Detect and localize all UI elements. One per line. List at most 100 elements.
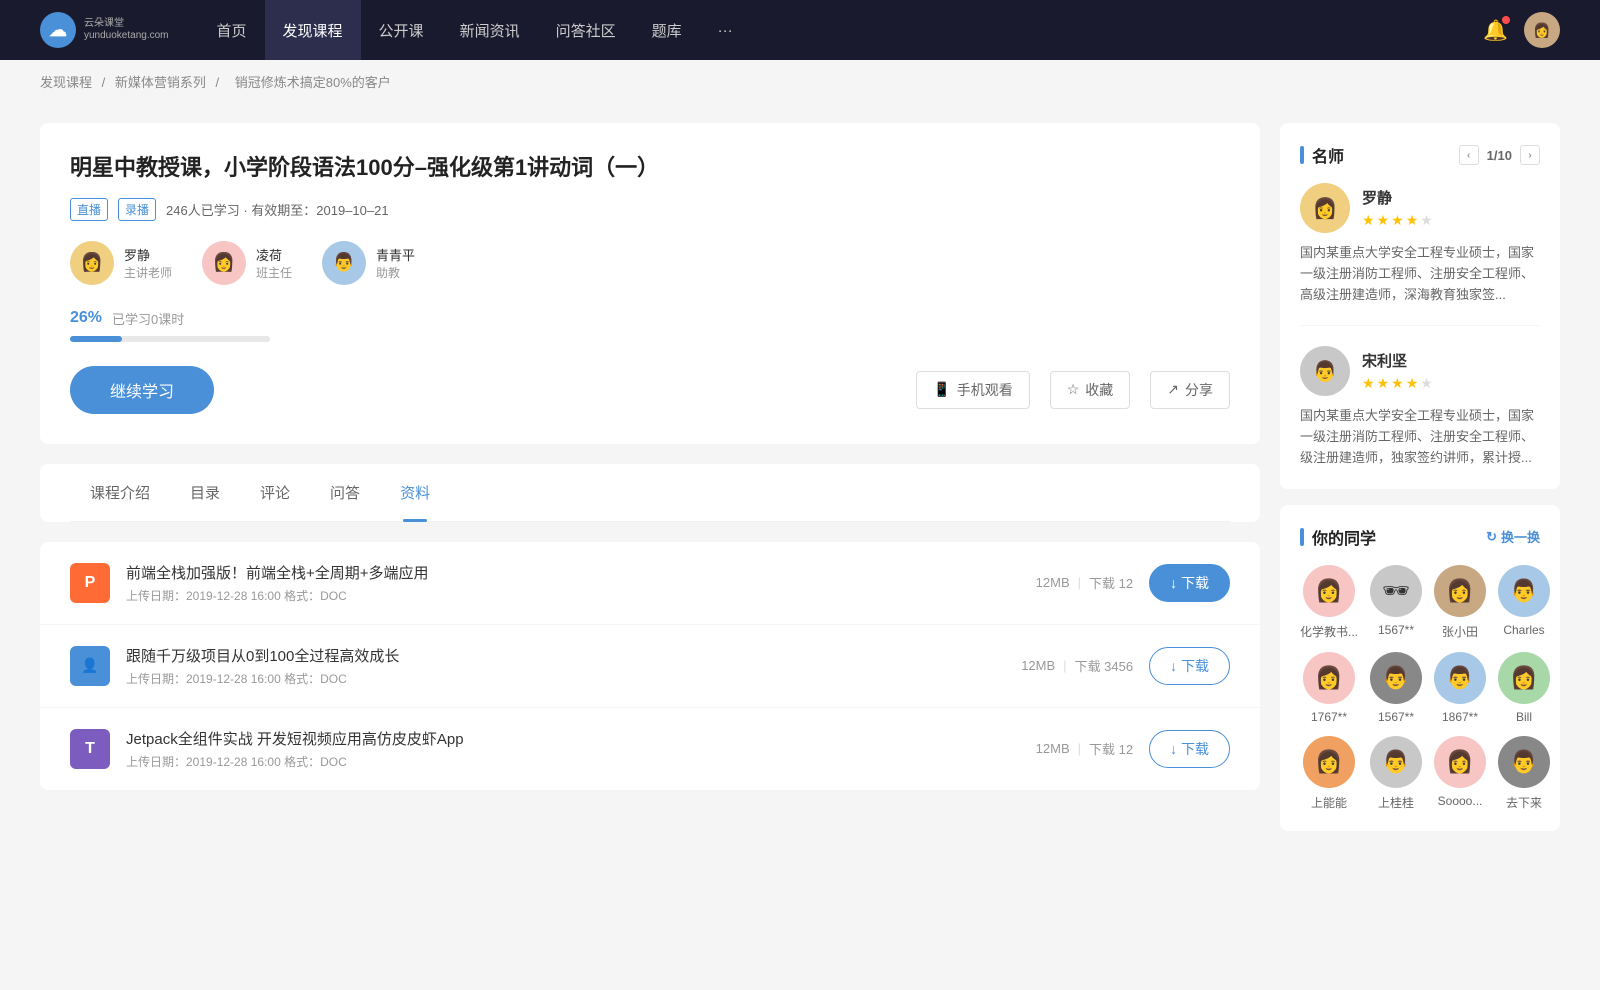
tab-review[interactable]: 评论 — [240, 464, 310, 521]
teacher-item-1: 👩 凌荷 班主任 — [202, 241, 292, 285]
title-bar-icon — [1300, 146, 1304, 164]
file-item-2: T Jetpack全组件实战 开发短视频应用高仿皮皮虾App 上传日期：2019… — [40, 708, 1260, 790]
mobile-icon: 📱 — [933, 381, 950, 398]
page-prev-button[interactable]: ‹ — [1459, 145, 1479, 165]
sidebar-teacher-desc-0: 国内某重点大学安全工程专业硕士，国家一级注册消防工程师、注册安全工程师、高级注册… — [1300, 243, 1540, 305]
download-button-2[interactable]: ↓ 下载 — [1149, 730, 1230, 768]
nav-item-quiz[interactable]: 题库 — [634, 0, 700, 60]
file-name-1: 跟随千万级项目从0到100全过程高效成长 — [126, 645, 1005, 666]
classmate-item-5: 👨 1567** — [1370, 652, 1422, 724]
file-icon-1: 👤 — [70, 646, 110, 686]
progress-text: 已学习0课时 — [112, 309, 184, 328]
course-meta: 直播 录播 246人已学习 · 有效期至：2019–10–21 — [70, 198, 1230, 221]
file-meta-2: 上传日期：2019-12-28 16:00 格式：DOC — [126, 753, 1020, 770]
page-next-button[interactable]: › — [1520, 145, 1540, 165]
file-item-1: 👤 跟随千万级项目从0到100全过程高效成长 上传日期：2019-12-28 1… — [40, 625, 1260, 708]
file-info-0: 前端全栈加强版！前端全栈+全周期+多端应用 上传日期：2019-12-28 16… — [126, 562, 1020, 604]
classmate-item-7: 👩 Bill — [1498, 652, 1550, 724]
classmate-name-7: Bill — [1516, 710, 1532, 724]
logo-text: 云朵课堂 yunduoketang.com — [84, 18, 169, 42]
classmate-avatar-6: 👨 — [1434, 652, 1486, 704]
sidebar-teacher-avatar-0: 👩 — [1300, 183, 1350, 233]
nav-item-open[interactable]: 公开课 — [361, 0, 442, 60]
classmate-name-8: 上能能 — [1311, 794, 1347, 811]
teacher-info-2: 青青平 助教 — [376, 245, 415, 281]
breadcrumb-link-discover[interactable]: 发现课程 — [40, 75, 92, 90]
course-meta-text: 246人已学习 · 有效期至：2019–10–21 — [166, 200, 389, 219]
download-button-0[interactable]: ↓ 下载 — [1149, 564, 1230, 602]
classmate-item-10: 👩 Soooo... — [1434, 736, 1486, 811]
user-avatar[interactable]: 👩 — [1524, 12, 1560, 48]
course-header-card: 明星中教授课，小学阶段语法100分–强化级第1讲动词（一） 直播 录播 246人… — [40, 123, 1260, 444]
classmates-sidebar-title: 你的同学 ↻ 换一换 — [1300, 525, 1540, 549]
file-list: P 前端全栈加强版！前端全栈+全周期+多端应用 上传日期：2019-12-28 … — [40, 542, 1260, 790]
actions-row: 继续学习 📱 手机观看 ☆ 收藏 ↗ 分享 — [70, 366, 1230, 414]
file-name-0: 前端全栈加强版！前端全栈+全周期+多端应用 — [126, 562, 1020, 583]
mobile-view-button[interactable]: 📱 手机观看 — [916, 371, 1029, 409]
classmate-avatar-5: 👨 — [1370, 652, 1422, 704]
sidebar-teacher-1: 👨 宋利坚 ★ ★ ★ ★ ★ 国内某重点大学安全工程专业硕士，国家一级注册消防… — [1300, 346, 1540, 468]
tab-catalog[interactable]: 目录 — [170, 464, 240, 521]
share-button[interactable]: ↗ 分享 — [1150, 371, 1230, 409]
teacher-item-0: 👩 罗静 主讲老师 — [70, 241, 172, 285]
classmates-title-bar-icon — [1300, 528, 1304, 546]
teacher-avatar-0: 👩 — [70, 241, 114, 285]
classmate-avatar-9: 👨 — [1370, 736, 1422, 788]
navbar: ☁ 云朵课堂 yunduoketang.com 首页 发现课程 公开课 新闻资讯… — [0, 0, 1600, 60]
classmate-name-3: Charles — [1503, 623, 1544, 637]
file-name-2: Jetpack全组件实战 开发短视频应用高仿皮皮虾App — [126, 728, 1020, 749]
teacher-avatar-2: 👨 — [322, 241, 366, 285]
breadcrumb-current: 销冠修炼术搞定80%的客户 — [235, 75, 391, 90]
nav-item-more[interactable]: ··· — [700, 0, 751, 60]
sidebar-teacher-stars-0: ★ ★ ★ ★ ★ — [1362, 212, 1433, 229]
refresh-button[interactable]: ↻ 换一换 — [1486, 527, 1540, 546]
classmate-item-3: 👨 Charles — [1498, 565, 1550, 640]
file-stats-0: 12MB | 下载 12 — [1036, 573, 1133, 592]
teacher-info-0: 罗静 主讲老师 — [124, 245, 172, 281]
sidebar-teacher-stars-1: ★ ★ ★ ★ ★ — [1362, 375, 1433, 392]
sidebar-teacher-desc-1: 国内某重点大学安全工程专业硕士，国家一级注册消防工程师、注册安全工程师、级注册建… — [1300, 406, 1540, 468]
progress-percent: 26% — [70, 309, 102, 327]
nav-item-home[interactable]: 首页 — [199, 0, 265, 60]
progress-label: 26% 已学习0课时 — [70, 309, 1230, 328]
tab-intro[interactable]: 课程介绍 — [70, 464, 170, 521]
teacher-avatar-1: 👩 — [202, 241, 246, 285]
logo[interactable]: ☁ 云朵课堂 yunduoketang.com — [40, 12, 169, 48]
sidebar-teacher-name-1: 宋利坚 — [1362, 350, 1433, 371]
classmate-name-10: Soooo... — [1438, 794, 1483, 808]
classmate-item-2: 👩 张小田 — [1434, 565, 1486, 640]
notification-bell[interactable]: 🔔 — [1483, 18, 1508, 43]
file-icon-2: T — [70, 729, 110, 769]
teachers-sidebar-card: 名师 ‹ 1/10 › 👩 罗静 ★ — [1280, 123, 1560, 489]
logo-icon: ☁ — [40, 12, 76, 48]
classmates-title-actions: ↻ 换一换 — [1486, 527, 1540, 546]
tabs-list: 课程介绍 目录 评论 问答 资料 — [70, 464, 1230, 522]
tab-material[interactable]: 资料 — [380, 464, 450, 521]
continue-button[interactable]: 继续学习 — [70, 366, 214, 414]
page-nav: ‹ 1/10 › — [1459, 145, 1540, 165]
nav-item-qa[interactable]: 问答社区 — [538, 0, 634, 60]
nav-item-news[interactable]: 新闻资讯 — [442, 0, 538, 60]
download-button-1[interactable]: ↓ 下载 — [1149, 647, 1230, 685]
sidebar-teacher-header-1: 👨 宋利坚 ★ ★ ★ ★ ★ — [1300, 346, 1540, 396]
teacher-name-1: 凌荷 — [256, 245, 292, 264]
teacher-role-1: 班主任 — [256, 264, 292, 281]
breadcrumb: 发现课程 / 新媒体营销系列 / 销冠修炼术搞定80%的客户 — [0, 60, 1600, 103]
classmate-name-11: 去下来 — [1506, 794, 1542, 811]
teacher-info-1: 凌荷 班主任 — [256, 245, 292, 281]
action-buttons: 📱 手机观看 ☆ 收藏 ↗ 分享 — [916, 371, 1230, 409]
sidebar-area: 名师 ‹ 1/10 › 👩 罗静 ★ — [1280, 123, 1560, 847]
file-meta-0: 上传日期：2019-12-28 16:00 格式：DOC — [126, 587, 1020, 604]
classmate-avatar-0: 👩 — [1303, 565, 1355, 617]
breadcrumb-link-series[interactable]: 新媒体营销系列 — [115, 75, 206, 90]
teachers-sidebar-title: 名师 ‹ 1/10 › — [1300, 143, 1540, 167]
collect-button[interactable]: ☆ 收藏 — [1050, 371, 1131, 409]
classmate-item-0: 👩 化学教书... — [1300, 565, 1358, 640]
file-info-1: 跟随千万级项目从0到100全过程高效成长 上传日期：2019-12-28 16:… — [126, 645, 1005, 687]
share-icon: ↗ — [1167, 381, 1179, 398]
classmate-avatar-7: 👩 — [1498, 652, 1550, 704]
main-layout: 明星中教授课，小学阶段语法100分–强化级第1讲动词（一） 直播 录播 246人… — [0, 103, 1600, 867]
nav-item-discover[interactable]: 发现课程 — [265, 0, 361, 60]
tab-qa[interactable]: 问答 — [310, 464, 380, 521]
classmate-item-8: 👩 上能能 — [1300, 736, 1358, 811]
